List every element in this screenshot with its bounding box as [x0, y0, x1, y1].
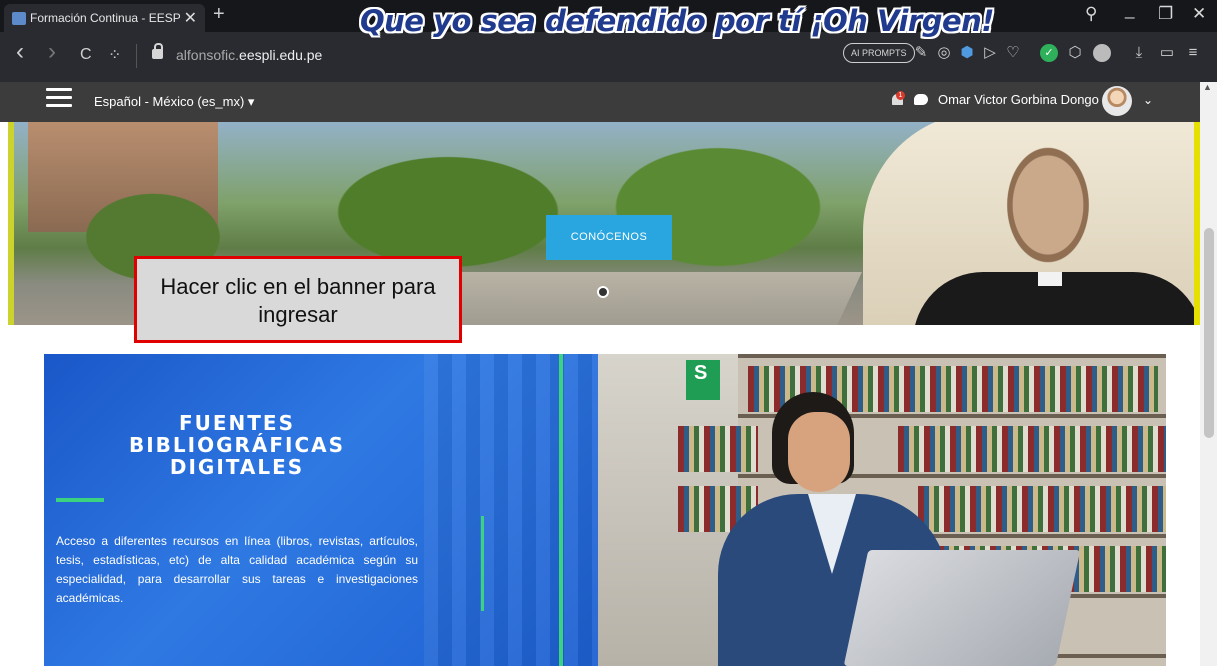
instruction-callout: Hacer clic en el banner para ingresar [134, 256, 462, 343]
url-field[interactable]: alfonsofic.eespli.edu.pe [176, 47, 322, 63]
browser-tab[interactable]: Formación Continua - EESP ✕ [4, 4, 205, 32]
user-name[interactable]: Omar Victor Gorbina Dongo [938, 92, 1099, 107]
banner-edge [8, 122, 14, 325]
banner-title-line: FUENTES [178, 411, 295, 435]
banner-edge [1194, 122, 1200, 325]
send-icon[interactable]: ▷ [981, 44, 999, 62]
safety-sign-image: S [686, 360, 720, 400]
digital-library-banner[interactable]: FUENTES BIBLIOGRÁFICAS DIGITALES Acceso … [44, 354, 1166, 666]
accent-line [559, 354, 563, 666]
profile-icon[interactable] [1093, 44, 1111, 62]
accent-line [481, 516, 484, 611]
toolbar-divider [136, 44, 137, 68]
tab-search-icon[interactable]: ⚲ [1085, 4, 1097, 24]
hamburger-menu-icon[interactable] [46, 87, 72, 111]
notification-badge: 1 [896, 91, 905, 100]
minimize-button[interactable]: _ [1125, 0, 1134, 20]
laptop-image [843, 550, 1081, 666]
avatar[interactable] [1102, 86, 1132, 116]
scroll-up-icon[interactable]: ▲ [1203, 82, 1212, 92]
tab-title: Formación Continua - EESP [30, 11, 180, 25]
conocenos-button[interactable]: CONÓCENOS [546, 215, 672, 260]
language-label: Español - México (es_mx) [94, 94, 245, 109]
reload-icon[interactable]: C [80, 46, 92, 64]
banner-text-panel: FUENTES BIBLIOGRÁFICAS DIGITALES Acceso … [44, 354, 598, 666]
message-icon[interactable] [914, 94, 928, 105]
download-icon[interactable]: ⤓ [1130, 44, 1148, 62]
banner-title-line: BIBLIOGRÁFICAS [128, 433, 346, 457]
scrollbar-thumb[interactable] [1204, 228, 1214, 438]
browser-address-bar: ‹ › C ⁘ alfonsofic.eespli.edu.pe AI PROM… [0, 32, 1217, 82]
library-photo: S [598, 354, 1166, 666]
heart-icon[interactable]: ♡ [1004, 44, 1022, 62]
url-domain: eespli.edu.pe [239, 47, 323, 63]
close-window-button[interactable]: ✕ [1192, 4, 1206, 24]
url-prefix: alfonsofic. [176, 47, 240, 63]
priest-face [993, 142, 1103, 282]
banner-title-line: DIGITALES [169, 455, 305, 479]
language-selector[interactable]: Español - México (es_mx) ▾ [94, 94, 254, 110]
shelf-texture [424, 354, 598, 666]
battery-icon[interactable]: ▭ [1158, 44, 1176, 62]
hero-slogan: Que yo sea defendido por tí ¡Oh Virgen! [360, 4, 995, 38]
menu-icon[interactable]: ≡ [1184, 44, 1202, 62]
books-image [678, 426, 758, 472]
cube-icon[interactable]: ⬡ [1066, 44, 1084, 62]
callout-text: Hacer clic en el banner para ingresar [160, 274, 436, 327]
chevron-down-icon: ▾ [247, 94, 255, 109]
restore-button[interactable]: ❐ [1158, 4, 1173, 24]
shield-icon[interactable]: ⬢ [958, 44, 976, 62]
camera-icon[interactable]: ◎ [935, 44, 953, 62]
apps-grid-icon[interactable]: ⁘ [108, 45, 121, 65]
site-navbar: Español - México (es_mx) ▾ 1 Omar Victor… [0, 82, 1200, 122]
books-image [898, 426, 1166, 472]
priest-collar [1038, 272, 1062, 286]
banner-description: Acceso a diferentes recursos en línea (l… [56, 534, 418, 605]
back-icon[interactable]: ‹ [16, 38, 24, 66]
ai-prompts-button[interactable]: AI PROMPTS [843, 43, 915, 63]
site-favicon-icon [12, 12, 26, 25]
woman-face [788, 412, 850, 492]
banner-title: FUENTES BIBLIOGRÁFICAS DIGITALES [102, 412, 372, 478]
lock-icon[interactable] [152, 43, 163, 59]
new-tab-button[interactable]: + [213, 3, 225, 26]
user-menu-chevron-icon[interactable]: ⌄ [1143, 93, 1153, 107]
notification-bell-icon[interactable]: 1 [891, 91, 905, 106]
accent-dash [56, 498, 104, 502]
safety-sign-letter: S [694, 362, 708, 384]
edit-icon[interactable]: ✎ [912, 44, 930, 62]
check-extension-icon[interactable]: ✓ [1040, 44, 1058, 62]
tab-close-icon[interactable]: ✕ [184, 8, 197, 28]
books-image [918, 486, 1166, 532]
forward-icon[interactable]: › [48, 38, 56, 66]
carousel-indicator[interactable] [597, 286, 609, 298]
